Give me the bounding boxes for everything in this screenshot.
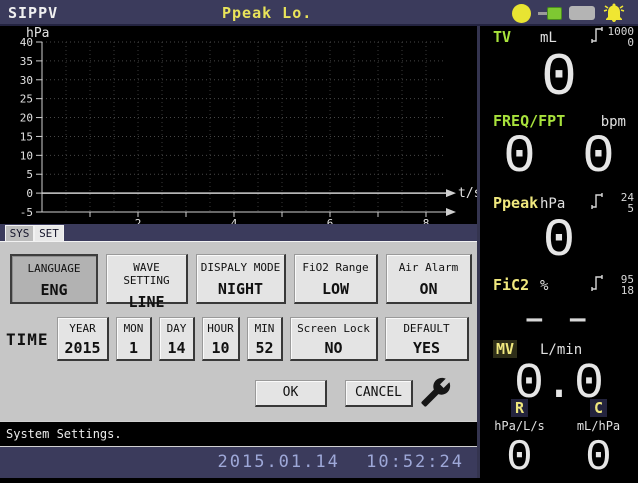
tv-unit: mL xyxy=(540,30,557,46)
alarm-limit-icon xyxy=(591,27,603,43)
compliance-unit: mL/hPa xyxy=(576,419,621,433)
status-message: System Settings. xyxy=(6,427,122,441)
x-tick-label: 6 xyxy=(327,217,334,224)
status-circle-icon xyxy=(512,3,531,23)
year-button[interactable]: YEAR 2015 xyxy=(57,317,109,361)
freq-unit: bpm xyxy=(600,114,626,130)
display-mode-button[interactable]: DISPALY MODE NIGHT xyxy=(196,254,286,304)
wrench-icon xyxy=(421,377,451,407)
y-tick-label: 15 xyxy=(20,130,33,143)
air-alarm-button[interactable]: Air Alarm ON xyxy=(386,254,472,304)
tv-limit-low: 0 xyxy=(627,36,634,49)
y-tick-label: -5 xyxy=(20,206,33,219)
x-tick-label: 8 xyxy=(423,217,430,224)
y-tick-label: 20 xyxy=(20,112,33,125)
pressure-waveform-panel: 40 35 30 25 20 15 10 5 0 -5 t/s 2 4 6 8 hPa xyxy=(0,26,482,230)
fio2-label: FiC2 xyxy=(493,276,530,294)
hour-button[interactable]: HOUR 10 xyxy=(202,317,240,361)
month-button[interactable]: MON 1 xyxy=(116,317,152,361)
date-display: 2015.01.14 xyxy=(217,452,340,472)
tv-alarm-limits: 1000 0 xyxy=(591,26,634,48)
ppeak-unit: hPa xyxy=(540,196,566,212)
y-tick-label: 10 xyxy=(20,149,33,162)
status-icons xyxy=(512,3,626,23)
ventilation-mode-label: SIPPV xyxy=(8,4,59,22)
status-bar: System Settings. xyxy=(0,421,478,447)
clock-bar: 2015.01.14 10:52:24 xyxy=(0,447,478,478)
time-display: 10:52:24 xyxy=(366,452,464,472)
y-tick-label: 25 xyxy=(20,93,33,106)
mv-unit: L/min xyxy=(540,342,583,358)
resistance-unit: hPa/L/s xyxy=(494,419,545,433)
y-tick-label: 5 xyxy=(26,168,33,181)
settings-row-time: TIME YEAR 2015 MON 1 DAY 14 HOUR 10 MIN … xyxy=(6,317,469,361)
x-tick-label: 2 xyxy=(135,217,142,224)
resistance-value: 0 xyxy=(506,433,533,483)
tv-label: TV xyxy=(493,28,512,46)
default-button[interactable]: DEFAULT YES xyxy=(385,317,469,361)
fio2-limit-low: 18 xyxy=(620,284,634,297)
x-axis-label: t/s xyxy=(458,186,478,201)
fio2-range-button[interactable]: FiO2 Range LOW xyxy=(294,254,378,304)
settings-row-1: LANGUAGE ENG WAVE SETTING LINE DISPALY M… xyxy=(10,254,472,311)
day-button[interactable]: DAY 14 xyxy=(159,317,195,361)
compliance-value: 0 xyxy=(585,433,612,483)
datetime-display: 2015.01.14 10:52:24 xyxy=(218,452,465,472)
ok-button[interactable]: OK xyxy=(255,380,327,407)
freq-value: 0 xyxy=(503,127,536,188)
minute-button[interactable]: MIN 52 xyxy=(247,317,283,361)
axis-arrow xyxy=(446,208,456,216)
fio2-alarm-limits: 95 18 xyxy=(591,274,634,296)
ppeak-alarm-limits: 24 5 xyxy=(591,192,634,214)
y-tick-label: 30 xyxy=(20,74,33,87)
tv-value: 0 xyxy=(540,45,577,113)
tab-set[interactable]: SET xyxy=(34,225,64,241)
time-section-label: TIME xyxy=(6,329,49,349)
language-button[interactable]: LANGUAGE ENG xyxy=(10,254,98,304)
screen-lock-button[interactable]: Screen Lock NO xyxy=(290,317,378,361)
system-settings-panel: LANGUAGE ENG WAVE SETTING LINE DISPALY M… xyxy=(0,241,478,421)
freq-label: FREQ/FPT xyxy=(493,112,566,130)
compliance-label: C xyxy=(589,399,608,417)
resistance-label: R xyxy=(510,399,529,417)
ppeak-monitor: Ppeak hPa 24 5 0 xyxy=(480,192,638,272)
freq-monitor: FREQ/FPT bpm 0 0 xyxy=(480,112,638,188)
fio2-value: — — xyxy=(526,304,592,334)
alarm-message: Ppeak Lo. xyxy=(222,4,313,22)
alarm-limit-icon xyxy=(591,275,603,291)
fpt-value: 0 xyxy=(582,127,615,188)
ac-power-icon xyxy=(538,6,562,20)
resistance-compliance-monitor: R hPa/L/s 0 C mL/hPa 0 xyxy=(480,398,638,481)
settings-tab-bar: SYS SET xyxy=(0,224,478,241)
monitor-panel: TV mL 1000 0 0 FREQ/FPT bpm 0 0 Ppeak hP… xyxy=(480,26,638,481)
y-tick-label: 35 xyxy=(20,55,33,68)
resistance-column: R hPa/L/s 0 xyxy=(480,398,559,481)
ppeak-value: 0 xyxy=(542,211,576,272)
axis-arrow xyxy=(446,189,456,198)
fio2-unit: % xyxy=(540,278,549,294)
y-axis-label: hPa xyxy=(26,26,49,41)
alarm-limit-icon xyxy=(591,193,603,209)
tv-monitor: TV mL 1000 0 0 xyxy=(480,26,638,113)
compliance-column: C mL/hPa 0 xyxy=(559,398,638,481)
ppeak-label: Ppeak xyxy=(493,194,539,212)
mv-label: MV xyxy=(493,340,518,358)
battery-icon xyxy=(569,6,595,20)
x-tick-label: 4 xyxy=(231,217,238,224)
pressure-waveform-plot: 4035302520151050-5t/s2 4 6 8hPa xyxy=(20,26,482,230)
ppeak-limit-low: 5 xyxy=(627,202,634,215)
wave-setting-button[interactable]: WAVE SETTING LINE xyxy=(106,254,188,311)
title-bar: SIPPV Ppeak Lo. xyxy=(0,0,638,26)
y-tick-label: 0 xyxy=(26,187,33,200)
fio2-monitor: FiC2 % 95 18 — — xyxy=(480,274,638,334)
alarm-bell-icon[interactable] xyxy=(602,2,626,24)
tab-sys[interactable]: SYS xyxy=(5,225,34,241)
cancel-button[interactable]: CANCEL xyxy=(345,380,413,407)
